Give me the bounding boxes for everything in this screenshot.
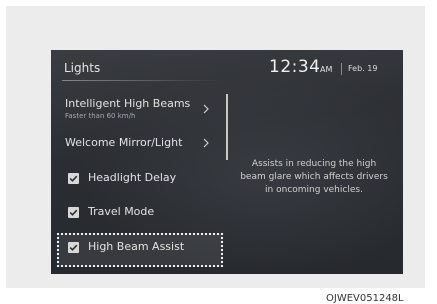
- checkbox-checked-icon[interactable]: [68, 242, 79, 253]
- clock-divider: [341, 63, 342, 75]
- figure-frame: Lights 12:34 AM Feb. 19 Intelligent High…: [6, 6, 425, 288]
- help-description: Assists in reducing the high beam glare …: [240, 159, 388, 195]
- checkbox-label: High Beam Assist: [88, 240, 185, 253]
- title-divider: [62, 80, 222, 81]
- clock-time: 12:34: [269, 57, 321, 77]
- checkbox-label: Travel Mode: [88, 205, 155, 218]
- menu-item-label: Intelligent High Beams: [65, 97, 191, 110]
- figure-code: OJWEV051248L: [326, 293, 404, 304]
- checkbox-checked-icon[interactable]: [68, 173, 79, 184]
- checkbox-label: Headlight Delay: [88, 171, 177, 184]
- menu-item-sublabel: Faster than 60 km/h: [65, 112, 136, 120]
- menu-item-label: Welcome Mirror/Light: [65, 136, 183, 149]
- infotainment-screen: Lights 12:34 AM Feb. 19 Intelligent High…: [51, 50, 403, 274]
- chevron-right-icon: [201, 138, 211, 148]
- chevron-right-icon: [201, 104, 211, 114]
- page-title: Lights: [64, 61, 101, 75]
- checkbox-checked-icon[interactable]: [68, 207, 79, 218]
- clock-date: Feb. 19: [348, 64, 378, 73]
- list-scrollbar[interactable]: [226, 94, 228, 160]
- clock-ampm: AM: [320, 65, 333, 74]
